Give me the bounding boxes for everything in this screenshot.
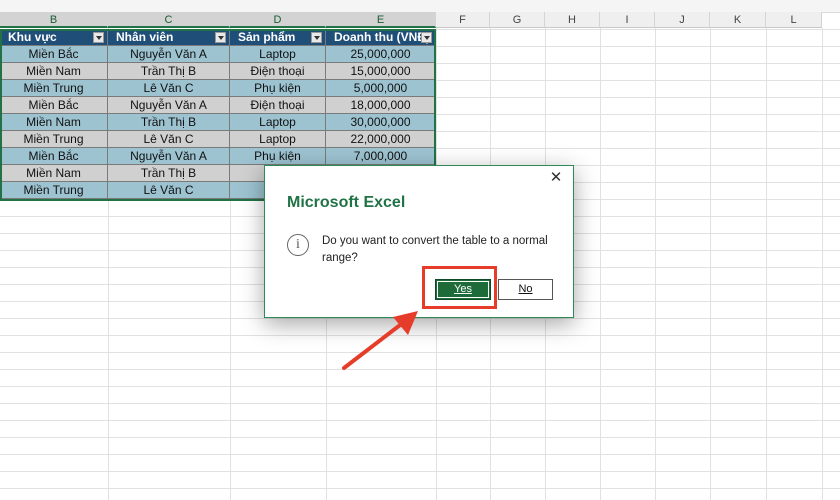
annotation-arrow (342, 311, 418, 370)
